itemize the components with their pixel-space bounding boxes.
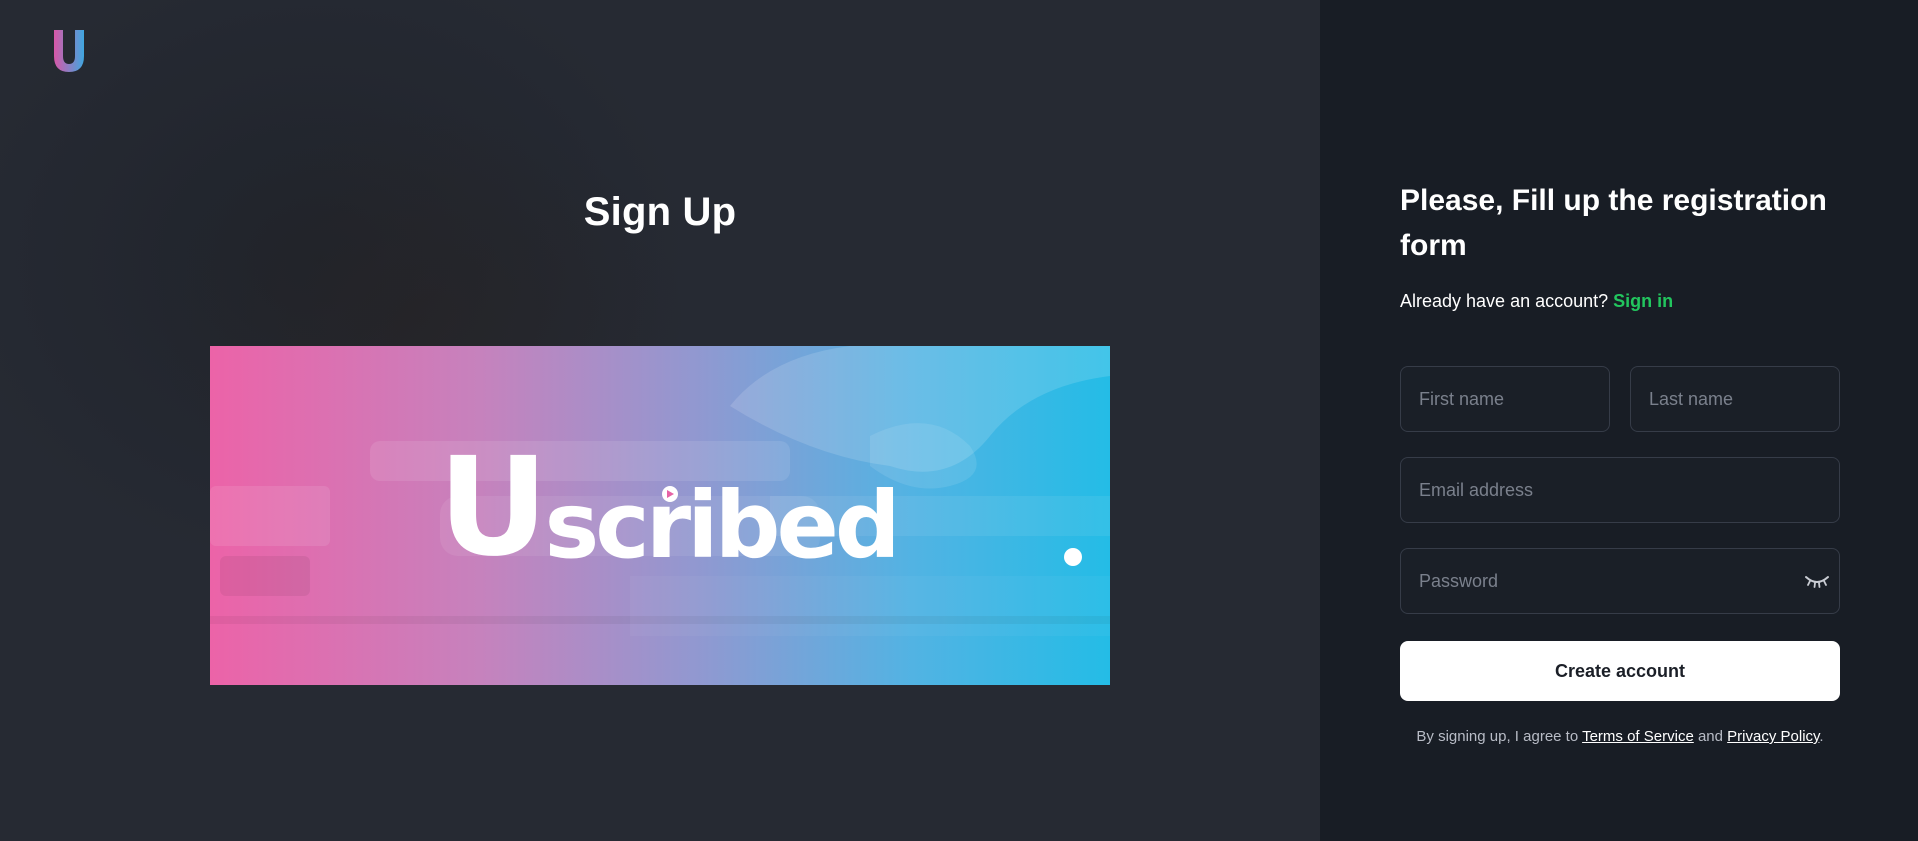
wordmark-rest: scribed: [544, 472, 900, 579]
wordmark-initial: U: [438, 429, 548, 587]
create-account-button[interactable]: Create account: [1400, 641, 1840, 701]
uscribed-wordmark: U scribed: [438, 440, 901, 579]
left-panel: Sign Up U scribed: [0, 0, 1320, 841]
last-name-input[interactable]: [1630, 366, 1840, 432]
brand-logo[interactable]: [52, 28, 86, 74]
first-name-input[interactable]: [1400, 366, 1610, 432]
terms-of-service-link[interactable]: Terms of Service: [1582, 728, 1694, 745]
have-account-text: Already have an account?: [1400, 291, 1609, 311]
play-icon: [662, 486, 678, 502]
wordmark-dot: [1064, 548, 1082, 566]
form-title: Please, Fill up the registration form: [1400, 184, 1827, 262]
terms-and: and: [1697, 728, 1723, 745]
eye-closed-icon[interactable]: [1804, 572, 1830, 590]
registration-panel: Please, Fill up the registration form Al…: [1320, 0, 1918, 841]
terms-prefix: By signing up, I agree to: [1416, 728, 1579, 745]
terms-notice: By signing up, I agree to Terms of Servi…: [1400, 728, 1840, 745]
terms-suffix: .: [1819, 728, 1824, 745]
page-title: Sign Up: [583, 190, 737, 234]
privacy-policy-link[interactable]: Privacy Policy: [1727, 728, 1819, 745]
hero-banner: U scribed: [210, 346, 1110, 685]
email-input[interactable]: [1400, 457, 1840, 523]
signup-page: Sign Up U scribed Please, Fill up the re…: [0, 0, 1918, 841]
password-input[interactable]: [1400, 548, 1840, 614]
signin-link[interactable]: Sign in: [1613, 291, 1673, 311]
have-account-line: Already have an account? Sign in: [1400, 291, 1673, 312]
